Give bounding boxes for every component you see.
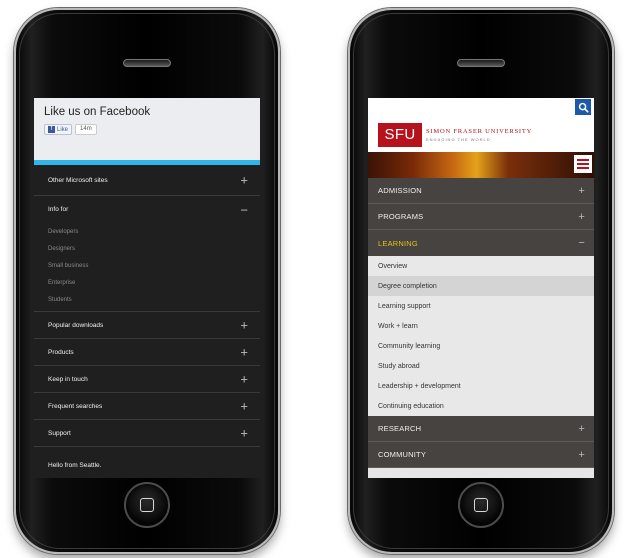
learning-link-leadership-development[interactable]: Leadership + development bbox=[368, 376, 594, 396]
sfu-logo[interactable]: SFU bbox=[378, 123, 422, 147]
menu-item-keep-in-touch[interactable]: Keep in touch + bbox=[34, 366, 260, 393]
info-for-link-designers[interactable]: Designers bbox=[34, 240, 260, 257]
menu-item-products[interactable]: Products + bbox=[34, 339, 260, 366]
sfu-screen: SFU SIMON FRASER UNIVERSITY ENGAGING THE… bbox=[368, 98, 594, 478]
menu-item-label: Popular downloads bbox=[48, 321, 104, 329]
menu-item-support[interactable]: Support + bbox=[34, 420, 260, 447]
home-square-glyph bbox=[474, 498, 488, 512]
facebook-like-count: 14m bbox=[75, 124, 97, 135]
hamburger-menu-icon[interactable] bbox=[574, 155, 592, 173]
nav-item-label: PROGRAMS bbox=[378, 212, 424, 221]
microsoft-screen: Like us on Facebook f Like 14m Other Mic… bbox=[34, 98, 260, 478]
expand-plus-icon[interactable]: + bbox=[578, 185, 585, 197]
learning-link-work-learn[interactable]: Work + learn bbox=[368, 316, 594, 336]
nav-item-label: ADMISSION bbox=[378, 186, 422, 195]
facebook-like-row: f Like 14m bbox=[44, 124, 250, 135]
sfu-top-bar bbox=[368, 98, 594, 116]
facebook-box: Like us on Facebook f Like 14m bbox=[34, 98, 260, 160]
search-button[interactable] bbox=[575, 99, 591, 115]
expand-plus-icon[interactable]: + bbox=[578, 211, 585, 223]
nav-item-label: COMMUNITY bbox=[378, 450, 427, 459]
speaker-grille bbox=[457, 59, 505, 67]
menu-item-label: Info for bbox=[48, 206, 69, 213]
collapse-minus-icon[interactable]: − bbox=[240, 202, 248, 217]
phone-right: SFU SIMON FRASER UNIVERSITY ENGAGING THE… bbox=[348, 8, 614, 554]
phone-left: Like us on Facebook f Like 14m Other Mic… bbox=[14, 8, 280, 554]
info-for-link-small-business[interactable]: Small business bbox=[34, 257, 260, 274]
menu-item-info-for[interactable]: Info for − bbox=[34, 196, 260, 223]
home-button-icon[interactable] bbox=[124, 482, 170, 528]
stage: Like us on Facebook f Like 14m Other Mic… bbox=[0, 0, 626, 558]
learning-link-study-abroad[interactable]: Study abroad bbox=[368, 356, 594, 376]
menu-item-label: Other Microsoft sites bbox=[48, 176, 108, 184]
facebook-title: Like us on Facebook bbox=[44, 106, 151, 118]
nav-item-research[interactable]: RESEARCH + bbox=[368, 416, 594, 442]
nav-item-admission[interactable]: ADMISSION + bbox=[368, 178, 594, 204]
info-for-link-developers[interactable]: Developers bbox=[34, 223, 260, 240]
menu-item-label: Keep in touch bbox=[48, 375, 88, 383]
university-name: SIMON FRASER UNIVERSITY bbox=[426, 128, 533, 135]
expand-plus-icon[interactable]: + bbox=[240, 173, 248, 188]
expand-plus-icon[interactable]: + bbox=[240, 426, 248, 441]
expand-plus-icon[interactable]: + bbox=[240, 399, 248, 414]
sfu-brand-header: SFU SIMON FRASER UNIVERSITY ENGAGING THE… bbox=[368, 116, 594, 152]
menu-item-popular-downloads[interactable]: Popular downloads + bbox=[34, 312, 260, 339]
nav-item-community[interactable]: COMMUNITY + bbox=[368, 442, 594, 468]
menu-item-frequent-searches[interactable]: Frequent searches + bbox=[34, 393, 260, 420]
search-icon bbox=[578, 102, 589, 113]
university-tagline: ENGAGING THE WORLD bbox=[426, 137, 491, 142]
expand-plus-icon[interactable]: + bbox=[240, 372, 248, 387]
learning-link-continuing-education[interactable]: Continuing education bbox=[368, 396, 594, 416]
facebook-like-button[interactable]: f Like bbox=[44, 124, 73, 135]
expand-plus-icon[interactable]: + bbox=[578, 449, 585, 461]
menu-item-other-microsoft-sites[interactable]: Other Microsoft sites + bbox=[34, 165, 260, 196]
nav-item-label: LEARNING bbox=[378, 238, 418, 248]
learning-link-degree-completion[interactable]: Degree completion bbox=[368, 276, 594, 296]
nav-item-programs[interactable]: PROGRAMS + bbox=[368, 204, 594, 230]
menu-bar bbox=[577, 167, 589, 169]
footer-location-text: Hello from Seattle. bbox=[48, 462, 102, 469]
expand-plus-icon[interactable]: + bbox=[240, 318, 248, 333]
menu-bar bbox=[577, 159, 589, 161]
learning-link-community-learning[interactable]: Community learning bbox=[368, 336, 594, 356]
info-for-link-students[interactable]: Students bbox=[34, 291, 260, 308]
learning-submenu: Overview Degree completion Learning supp… bbox=[368, 256, 594, 416]
learning-link-learning-support[interactable]: Learning support bbox=[368, 296, 594, 316]
info-for-section: Info for − Developers Designers Small bu… bbox=[34, 196, 260, 312]
sfu-banner-image bbox=[368, 152, 594, 178]
facebook-logo-icon: f bbox=[48, 126, 55, 133]
home-button-icon[interactable] bbox=[458, 482, 504, 528]
speaker-grille bbox=[123, 59, 171, 67]
expand-plus-icon[interactable]: + bbox=[578, 423, 585, 435]
nav-item-label: RESEARCH bbox=[378, 424, 422, 433]
menu-item-label: Frequent searches bbox=[48, 402, 103, 410]
info-for-link-enterprise[interactable]: Enterprise bbox=[34, 274, 260, 291]
menu-item-label: Products bbox=[48, 348, 74, 356]
expand-plus-icon[interactable]: + bbox=[240, 345, 248, 360]
collapse-minus-icon[interactable]: − bbox=[578, 237, 585, 249]
learning-link-overview[interactable]: Overview bbox=[368, 256, 594, 276]
nav-item-learning[interactable]: LEARNING − bbox=[368, 230, 594, 256]
home-square-glyph bbox=[140, 498, 154, 512]
menu-item-label: Support bbox=[48, 429, 71, 437]
facebook-like-label: Like bbox=[57, 126, 69, 133]
menu-bar bbox=[577, 163, 589, 165]
